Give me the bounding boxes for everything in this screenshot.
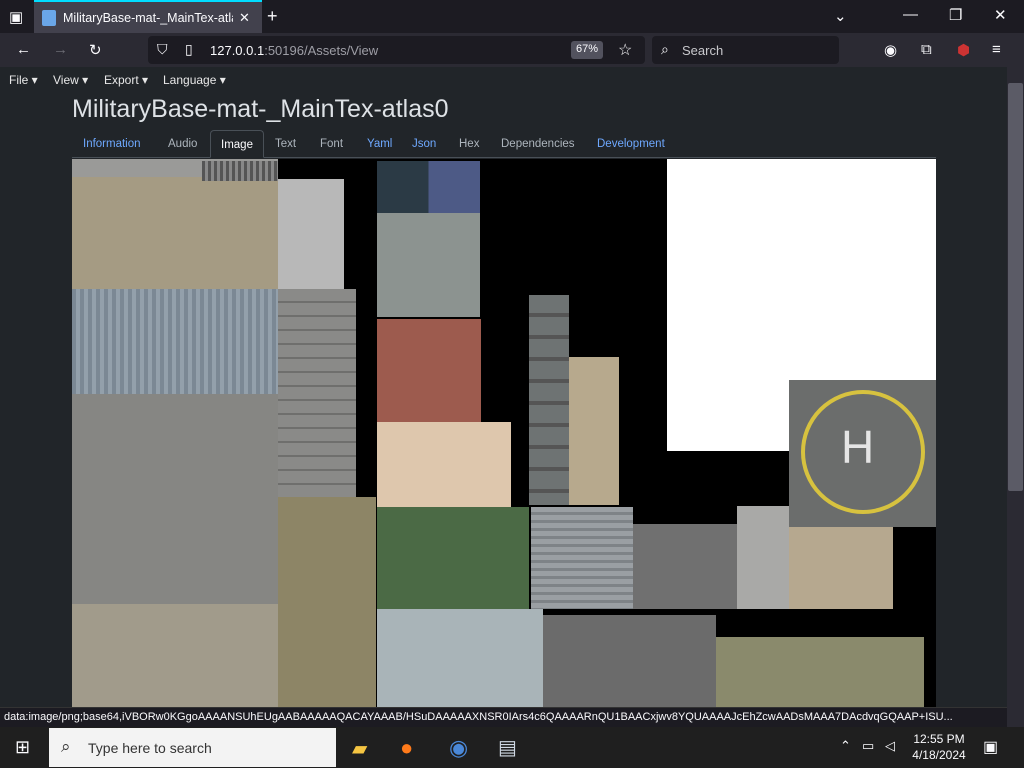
- minimize-icon[interactable]: —: [903, 6, 918, 23]
- menu-view[interactable]: View ▾: [53, 73, 88, 87]
- texture-tile: [377, 319, 481, 422]
- texture-tile: [377, 507, 529, 609]
- zoom-level-badge[interactable]: 67%: [571, 41, 604, 59]
- page-content: File ▾ View ▾ Export ▾ Language ▾ Milita…: [0, 67, 1007, 707]
- app-window-icon[interactable]: ▤: [498, 735, 517, 760]
- tab-information[interactable]: Information: [73, 130, 151, 158]
- new-tab-icon[interactable]: +: [267, 6, 278, 27]
- texture-tile: [569, 357, 619, 505]
- texture-tile: [278, 497, 376, 707]
- texture-tile: [377, 609, 543, 707]
- chevron-down-icon[interactable]: ⌄: [834, 7, 847, 25]
- texture-tile: [377, 213, 480, 317]
- tab-json[interactable]: Json: [402, 130, 446, 158]
- firefox-icon[interactable]: ●: [400, 735, 413, 761]
- navigation-toolbar: ← → ↻ ⛉ ▯ 127.0.0.1:50196/Assets/View 67…: [0, 33, 1024, 67]
- texture-tile: [716, 637, 924, 707]
- restore-icon[interactable]: ❐: [949, 6, 962, 24]
- taskbar-search-placeholder: Type here to search: [88, 740, 212, 756]
- search-icon: ⌕: [661, 41, 669, 57]
- close-tab-icon[interactable]: ✕: [239, 10, 250, 26]
- volume-icon[interactable]: ◁: [885, 738, 895, 754]
- windows-start-icon[interactable]: ⊞: [15, 737, 30, 758]
- helipad-h-icon: H: [841, 421, 875, 473]
- taskbar-search-box[interactable]: ⌕ Type here to search: [49, 728, 336, 767]
- browser-tab-bar: ▣ MilitaryBase-mat-_MainTex-atlas0 ✕ + ⌄…: [0, 0, 1024, 33]
- page-icon: ▯: [185, 41, 193, 57]
- address-bar[interactable]: ⛉ ▯ 127.0.0.1:50196/Assets/View 67% ☆: [148, 36, 645, 64]
- asset-view-tabs: Information Audio Image Text Font Yaml J…: [72, 130, 936, 158]
- texture-tile: [72, 394, 278, 604]
- texture-tile: [72, 604, 278, 707]
- network-icon[interactable]: ▭: [862, 738, 874, 754]
- notifications-icon[interactable]: ▣: [983, 737, 998, 757]
- tab-text[interactable]: Text: [265, 130, 306, 158]
- tab-yaml[interactable]: Yaml: [357, 130, 402, 158]
- page-favicon-icon: [42, 10, 56, 26]
- bookmark-star-icon[interactable]: ☆: [618, 40, 632, 60]
- ublock-icon[interactable]: ⬢: [957, 41, 970, 59]
- texture-tile: [202, 161, 278, 181]
- texture-tile: [278, 289, 356, 497]
- texture-tile: [633, 524, 737, 609]
- menu-language[interactable]: Language ▾: [163, 73, 226, 87]
- account-icon[interactable]: ◉: [884, 41, 897, 59]
- tab-hex[interactable]: Hex: [449, 130, 489, 158]
- url-text: 127.0.0.1:50196/Assets/View: [210, 43, 379, 58]
- tray-chevron-up-icon[interactable]: ⌃: [840, 738, 851, 754]
- clock-time: 12:55 PM: [913, 732, 965, 746]
- scrollbar-thumb[interactable]: [1008, 83, 1023, 491]
- texture-tile: [543, 615, 716, 707]
- chrome-icon[interactable]: ◉: [449, 735, 468, 761]
- shield-icon[interactable]: ⛉: [157, 41, 168, 58]
- browser-tab[interactable]: MilitaryBase-mat-_MainTex-atlas0 ✕: [34, 0, 262, 33]
- tab-development[interactable]: Development: [587, 130, 675, 158]
- extensions-icon[interactable]: ⧉: [921, 41, 932, 58]
- page-title: MilitaryBase-mat-_MainTex-atlas0: [72, 95, 449, 123]
- menu-file[interactable]: File ▾: [9, 73, 38, 87]
- texture-atlas-image: H: [72, 159, 936, 707]
- texture-tile: [377, 161, 480, 213]
- windows-taskbar: ⊞ ⌕ Type here to search ▰ ● ◉ ▤ ⌃ ▭ ◁ 12…: [0, 727, 1024, 768]
- taskbar-clock[interactable]: 12:55 PM 4/18/2024: [906, 731, 972, 763]
- status-bar: data:image/png;base64,iVBORw0KGgoAAAANSU…: [0, 707, 1007, 727]
- forward-icon[interactable]: →: [53, 41, 68, 58]
- texture-tile: [529, 295, 569, 505]
- tab-font[interactable]: Font: [310, 130, 353, 158]
- back-icon[interactable]: ←: [16, 41, 31, 58]
- file-explorer-icon[interactable]: ▰: [352, 736, 367, 761]
- hamburger-menu-icon[interactable]: ≡: [992, 41, 1001, 58]
- texture-tile: [737, 506, 789, 609]
- search-bar[interactable]: ⌕ Search: [652, 36, 839, 64]
- list-all-tabs-icon[interactable]: ▣: [9, 8, 23, 26]
- tab-audio[interactable]: Audio: [158, 130, 207, 158]
- page-scrollbar[interactable]: [1007, 67, 1024, 727]
- reload-icon[interactable]: ↻: [89, 41, 102, 59]
- texture-tile: [278, 179, 344, 289]
- texture-tile: [531, 507, 633, 609]
- texture-tile: [72, 289, 278, 394]
- menu-export[interactable]: Export ▾: [104, 73, 148, 87]
- texture-tile: [377, 422, 511, 507]
- texture-tile: [789, 527, 893, 609]
- search-placeholder: Search: [682, 43, 724, 58]
- clock-date: 4/18/2024: [912, 748, 966, 762]
- tab-title: MilitaryBase-mat-_MainTex-atlas0: [63, 11, 233, 25]
- window-close-icon[interactable]: ✕: [994, 6, 1007, 24]
- tab-dependencies[interactable]: Dependencies: [491, 130, 585, 158]
- helipad-tile: H: [789, 380, 936, 527]
- tab-image[interactable]: Image: [210, 130, 264, 158]
- taskbar-search-icon: ⌕: [61, 737, 71, 756]
